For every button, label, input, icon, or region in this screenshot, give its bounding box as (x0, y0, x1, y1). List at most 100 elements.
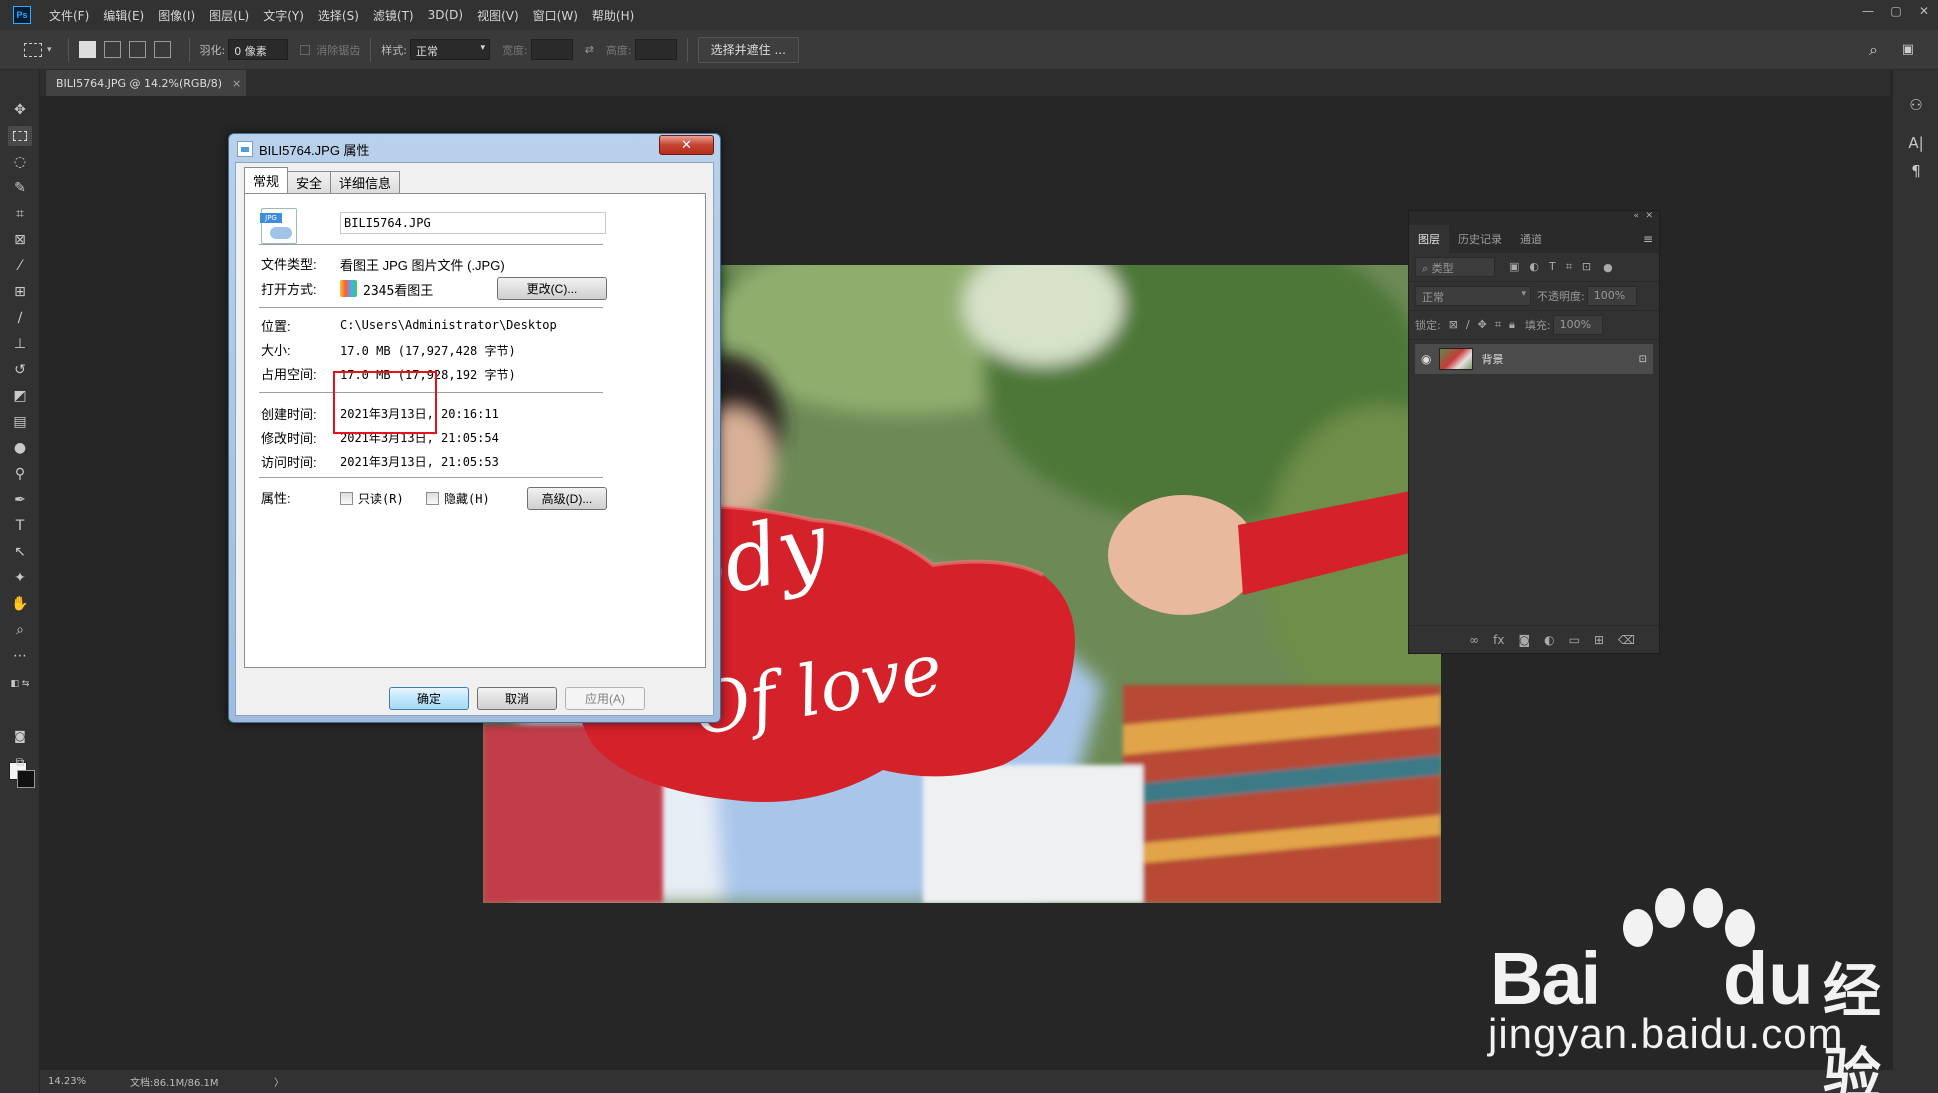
layer-filter-icons[interactable]: ▣◐T⌗⊡ (1509, 260, 1601, 274)
antialias-checkbox[interactable] (300, 44, 311, 55)
menu-filter[interactable]: 滤镜(T) (373, 7, 414, 24)
cancel-button[interactable]: 取消 (477, 687, 557, 710)
zoom-level[interactable]: 14.23% (48, 1076, 108, 1087)
tab-security[interactable]: 安全 (287, 171, 332, 193)
layer-row-background[interactable]: ◉ 背景 ⊡ (1415, 344, 1653, 374)
brush-tool-icon[interactable]: ∕ (8, 308, 32, 328)
layer-filter-select[interactable]: ⌕ 类型 (1415, 257, 1495, 277)
search-icon[interactable]: ⌕ (1869, 40, 1878, 60)
collapse-icon[interactable]: « (1633, 211, 1639, 221)
screen-mode-icon[interactable]: ⧉ (8, 752, 32, 772)
workspace-icon[interactable]: ▣ (1902, 42, 1914, 57)
tab-layers[interactable]: 图层 (1409, 225, 1449, 253)
marquee-tool-icon[interactable] (8, 126, 32, 146)
default-colors-icon[interactable]: ◧ ⇆ (8, 674, 32, 694)
healing-brush-tool-icon[interactable]: ⊞ (8, 282, 32, 302)
clone-stamp-tool-icon[interactable]: ⊥ (8, 334, 32, 354)
eye-icon[interactable]: ◉ (1421, 352, 1431, 366)
fx-icon[interactable]: fx (1493, 633, 1504, 647)
filename-field[interactable]: BILI5764.JPG (340, 212, 606, 234)
close-icon[interactable]: ✕ (1910, 0, 1938, 22)
tab-close-icon[interactable]: × (232, 77, 241, 90)
background-color-swatch[interactable] (17, 770, 35, 788)
menu-image[interactable]: 图像(I) (158, 7, 195, 24)
fill-input[interactable]: 100% (1552, 315, 1603, 335)
menu-window[interactable]: 窗口(W) (533, 7, 578, 24)
move-tool-icon[interactable]: ✥ (8, 100, 32, 120)
menu-edit[interactable]: 编辑(E) (103, 7, 144, 24)
add-selection-icon[interactable] (103, 41, 121, 58)
crop-tool-icon[interactable]: ⌗ (8, 204, 32, 224)
divider (259, 307, 603, 308)
new-selection-icon[interactable] (78, 41, 96, 58)
dodge-tool-icon[interactable]: ⚲ (8, 464, 32, 484)
readonly-checkbox[interactable] (340, 492, 353, 505)
style-select[interactable]: 正常 ▾ (409, 39, 490, 60)
shape-tool-icon[interactable]: ✦ (8, 568, 32, 588)
paragraph-icon[interactable]: ¶ (1905, 160, 1927, 182)
trash-icon[interactable]: ⌫ (1618, 633, 1635, 647)
pen-tool-icon[interactable]: ✒ (8, 490, 32, 510)
mask-icon[interactable]: ◙ (1518, 633, 1530, 647)
hand-tool-icon[interactable]: ✋ (8, 594, 32, 614)
tab-history[interactable]: 历史记录 (1449, 225, 1511, 253)
maximize-icon[interactable]: ▢ (1882, 0, 1910, 22)
quick-mask-icon[interactable]: ◙ (8, 726, 32, 746)
minimize-icon[interactable]: — (1854, 0, 1882, 22)
adjustment-icon[interactable]: ◐ (1544, 633, 1554, 647)
apply-button[interactable]: 应用(A) (565, 687, 645, 710)
status-arrow-icon[interactable]: 〉 (274, 1074, 284, 1089)
swap-icon[interactable]: ⇄ (585, 43, 594, 56)
libraries-icon[interactable]: ⚇ (1905, 94, 1927, 116)
width-input[interactable] (530, 39, 573, 60)
eyedropper-tool-icon[interactable]: ⁄ (8, 256, 32, 276)
panel-close-icon[interactable]: ✕ (1645, 211, 1653, 221)
blend-mode-select[interactable]: 正常 ▾ (1415, 286, 1531, 306)
filter-toggle-icon[interactable]: ● (1603, 261, 1613, 274)
intersect-selection-icon[interactable] (153, 41, 171, 58)
hidden-checkbox[interactable] (426, 492, 439, 505)
new-layer-icon[interactable]: ⊞ (1594, 633, 1604, 647)
subtract-selection-icon[interactable] (128, 41, 146, 58)
menu-select[interactable]: 选择(S) (318, 7, 359, 24)
menu-help[interactable]: 帮助(H) (592, 7, 634, 24)
layer-name: 背景 (1481, 353, 1504, 366)
menu-view[interactable]: 视图(V) (477, 7, 519, 24)
tab-details[interactable]: 详细信息 (330, 171, 401, 193)
path-select-tool-icon[interactable]: ↖ (8, 542, 32, 562)
quick-select-tool-icon[interactable]: ✎ (8, 178, 32, 198)
height-input[interactable] (634, 39, 677, 60)
change-button[interactable]: 更改(C)... (497, 277, 607, 300)
marquee-tool-icon[interactable] (24, 42, 42, 57)
blur-tool-icon[interactable]: ● (8, 438, 32, 458)
eraser-tool-icon[interactable]: ◩ (8, 386, 32, 406)
dialog-close-button[interactable]: ✕ (659, 135, 714, 155)
menu-layer[interactable]: 图层(L) (209, 7, 249, 24)
menu-3d[interactable]: 3D(D) (428, 8, 463, 22)
opacity-input[interactable]: 100% (1586, 286, 1637, 306)
character-icon[interactable]: A| (1905, 132, 1927, 154)
ok-button[interactable]: 确定 (389, 687, 469, 710)
feather-input[interactable]: 0 像素 (228, 39, 289, 60)
tab-channels[interactable]: 通道 (1511, 225, 1551, 253)
frame-tool-icon[interactable]: ⊠ (8, 230, 32, 250)
lock-icons[interactable]: ⊠∕✥⌗🔒︎ (1449, 318, 1523, 332)
history-brush-tool-icon[interactable]: ↺ (8, 360, 32, 380)
style-value: 正常 (415, 45, 438, 58)
photoshop-logo-icon[interactable]: Ps (13, 6, 31, 24)
select-and-mask-button[interactable]: 选择并遮住 ... (697, 36, 799, 63)
gradient-tool-icon[interactable]: ▤ (8, 412, 32, 432)
menu-file[interactable]: 文件(F) (49, 7, 89, 24)
link-icon[interactable]: ∞ (1469, 633, 1479, 647)
folder-icon[interactable]: ▭ (1569, 633, 1580, 647)
advanced-button[interactable]: 高级(D)... (527, 487, 607, 510)
panel-menu-icon[interactable]: ≡ (1643, 232, 1653, 246)
type-tool-icon[interactable]: T (8, 516, 32, 536)
tab-general[interactable]: 常规 (244, 167, 289, 193)
more-tools-icon[interactable]: ⋯ (8, 646, 32, 666)
zoom-tool-icon[interactable]: ⌕ (8, 620, 32, 640)
document-tab[interactable]: BILI5764.JPG @ 14.2%(RGB/8) × (46, 70, 246, 96)
chevron-down-icon[interactable]: ▾ (47, 45, 52, 55)
lasso-tool-icon[interactable]: ◌ (8, 152, 32, 172)
menu-type[interactable]: 文字(Y) (263, 7, 304, 24)
